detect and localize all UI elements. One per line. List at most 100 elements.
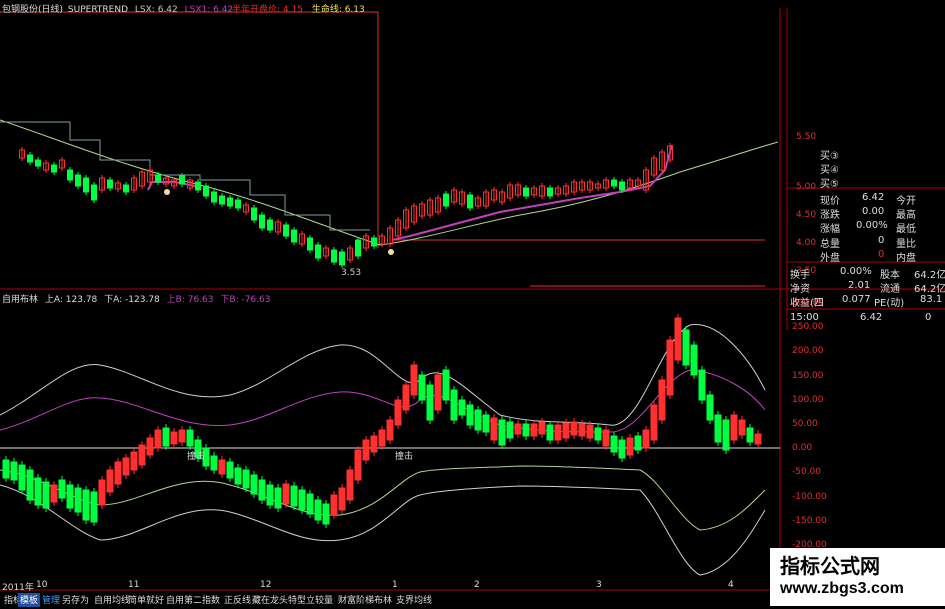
candle-body [250, 474, 258, 495]
quote-value: 2.01 [848, 280, 871, 291]
candle-body [482, 414, 490, 433]
tab-10[interactable]: 藏在龙头 [250, 593, 290, 607]
indicator-name: SUPERTREND [67, 5, 129, 15]
tab-6[interactable]: 简单就好 [126, 593, 166, 607]
lower-axis-tick: 50.00 [792, 419, 818, 429]
candle-body [450, 389, 458, 421]
quote-label: PE(动) [874, 298, 905, 309]
candle-body [346, 469, 354, 501]
candle-body [371, 237, 377, 247]
candle-body [586, 424, 594, 439]
quote-value: 83.1 [920, 294, 943, 305]
half-year-open-line [0, 11, 379, 248]
upper-a: 上A: 123.78 [44, 295, 98, 305]
candle-body [259, 214, 265, 229]
quote-row: 现价 6.42 今开 [790, 192, 945, 207]
quote-row: 换手 0.00% 股本 64.2亿 [790, 266, 945, 281]
candle-body [155, 174, 161, 183]
quote-row: 外盘 0 内盘 [790, 249, 945, 264]
tab-13[interactable]: 布林 [372, 593, 394, 607]
candle-body [666, 339, 674, 396]
candle-body [730, 414, 738, 441]
quote-label: 内盘 [896, 253, 916, 264]
tab-11[interactable]: 特型立较量 [286, 593, 335, 607]
candle-body [634, 435, 642, 451]
candle-body [26, 469, 34, 501]
tab-12[interactable]: 财富阶梯 [336, 593, 376, 607]
quote-row: 净资 2.01 流通 64.2亿 [790, 280, 945, 295]
candle-body [443, 193, 449, 207]
tab-7[interactable]: 自用第二 [164, 593, 204, 607]
candle-body [130, 451, 138, 471]
quote-label: 涨幅 [820, 224, 840, 235]
candle-body [466, 404, 474, 426]
candle-body [355, 239, 361, 257]
time-axis-tick: 2011年 [2, 583, 34, 593]
candle-body [90, 491, 98, 523]
candle-body [315, 244, 321, 259]
signal-marker [388, 249, 394, 255]
candle-body [242, 469, 250, 489]
buy-row: 买④ [790, 161, 945, 176]
candle-body [67, 169, 73, 181]
candle-body [51, 164, 57, 173]
candle-body [538, 421, 546, 435]
lower-axis-tick: -150.00 [792, 515, 827, 526]
candle-body [107, 179, 113, 189]
upper-axis-tick: 5.50 [796, 132, 817, 142]
candle-body [83, 177, 89, 193]
lsx1-value: LSX1: 6.42 [184, 5, 234, 15]
candle-body [594, 427, 602, 441]
time-axis-tick: 12 [260, 580, 272, 590]
tab-9[interactable]: 正反线 [222, 593, 253, 607]
quote-label: 总量 [820, 239, 840, 250]
lower-axis-tick: -50.00 [792, 467, 822, 478]
candle-body [410, 364, 418, 396]
lower-axis-tick: -100.00 [792, 491, 827, 502]
candle-body [114, 461, 122, 485]
watermark-title: 指标公式网 [780, 554, 880, 578]
candle-body [458, 399, 466, 416]
tab-4[interactable]: 另存为 [60, 593, 91, 607]
tab-3[interactable]: 管理 [40, 593, 62, 607]
candle-body [162, 427, 170, 447]
tab-2[interactable]: 模板 [18, 593, 41, 607]
candle-body [426, 384, 434, 421]
boll-upper-b [0, 369, 766, 433]
tab-8[interactable]: 指数 [200, 593, 222, 607]
candle-body [234, 467, 242, 485]
candle-body [434, 374, 442, 411]
candle-body [58, 479, 66, 499]
quote-value: 64.2亿 [914, 270, 945, 281]
candle-body [218, 459, 226, 475]
quote-label: 换手 [790, 270, 810, 281]
tab-14[interactable]: 支界均线 [394, 593, 434, 607]
boll-upper-a [0, 324, 766, 426]
candle-body [307, 237, 313, 251]
quote-label: 量比 [896, 239, 916, 250]
candle-body [282, 483, 290, 505]
candle-body [266, 484, 274, 506]
quote-label: 外盘 [820, 253, 840, 264]
candle-body [42, 481, 50, 509]
candle-body [386, 419, 394, 441]
candle-body [154, 429, 162, 449]
lower-indicator-name: 自用布林 [2, 295, 39, 305]
candle-body [611, 179, 617, 187]
candle-body [219, 195, 225, 205]
candle-body [714, 414, 722, 443]
candle-body [554, 424, 562, 441]
candle-body [698, 369, 706, 401]
stock-title: 包钢股份(日线) [2, 5, 64, 15]
lifeline-value: 生命线: 6.13 [311, 5, 365, 15]
strike-label-1: 撞击 [187, 452, 206, 462]
chart-header: 包钢股份(日线) SUPERTREND LSX: 6.42 LSX1: 6.42 [2, 2, 233, 15]
candle-body [314, 499, 322, 521]
candle-body [658, 379, 666, 421]
time-axis-tick: 3 [596, 580, 602, 590]
candle-body [210, 455, 218, 471]
candle-body [498, 419, 506, 446]
lower-a: 下A: -123.78 [104, 295, 160, 305]
candle-body [227, 197, 233, 207]
lower-axis-tick: 150.00 [792, 370, 824, 381]
